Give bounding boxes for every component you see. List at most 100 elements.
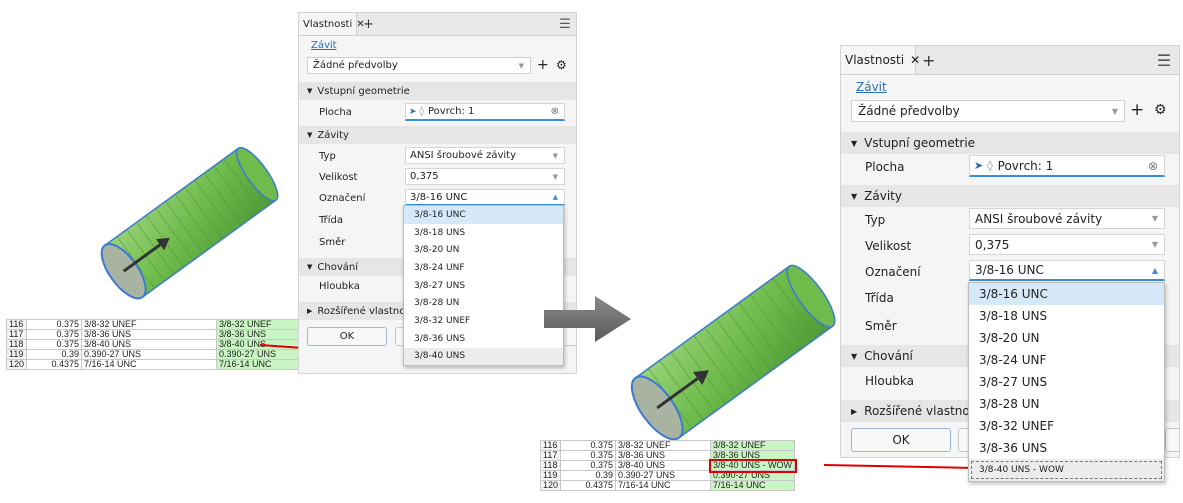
- surface-select-field[interactable]: ➤ ◊ Povrch: 1 ⊗: [969, 155, 1165, 177]
- designation-dropdown[interactable]: 3/8-16 UNC ▲: [405, 189, 565, 206]
- table-cell-name: 0.390-27 UNS: [615, 470, 712, 481]
- table-cell-id: 116: [5, 319, 28, 330]
- designation-option[interactable]: 3/8-16 UNC: [404, 206, 563, 224]
- gear-icon[interactable]: ⚙: [1154, 102, 1167, 118]
- add-preset-icon[interactable]: +: [1130, 100, 1144, 120]
- designation-value: 3/8-16 UNC: [975, 263, 1044, 277]
- table-cell-name: 3/8-40 UNS: [615, 460, 712, 471]
- size-label: Velikost: [319, 172, 358, 183]
- designation-dropdown[interactable]: 3/8-16 UNC ▲: [969, 260, 1165, 281]
- section-title: Chování: [317, 261, 358, 273]
- section-input-geometry[interactable]: ▼ Vstupní geometrie: [841, 132, 1179, 154]
- gear-icon[interactable]: ⚙: [556, 58, 567, 72]
- table-cell-id: 120: [539, 480, 562, 491]
- add-tab-icon[interactable]: +: [922, 46, 935, 74]
- type-value: ANSI šroubové závity: [410, 150, 516, 161]
- add-tab-icon[interactable]: +: [363, 13, 374, 35]
- surface-value: Povrch: 1: [997, 158, 1054, 173]
- table-cell-label: 3/8-36 UNS: [710, 450, 796, 461]
- size-dropdown[interactable]: 0,375 ▼: [405, 168, 565, 185]
- tab-properties[interactable]: Vlastnosti ✕: [841, 46, 920, 74]
- chevron-up-icon: ▲: [1151, 265, 1158, 275]
- section-title: Rozšířené vlastnosti: [864, 404, 985, 418]
- designation-option[interactable]: 3/8-20 UN: [404, 241, 563, 259]
- designation-value: 3/8-16 UNC: [410, 191, 468, 203]
- table-cell-val: 0.375: [560, 440, 617, 451]
- table-row: 118 0.375 3/8-40 UNS 3/8-40 UNS - WOW: [539, 458, 797, 473]
- designation-option[interactable]: 3/8-20 UN: [969, 327, 1164, 349]
- type-value: ANSI šroubové závity: [975, 211, 1103, 226]
- size-dropdown[interactable]: 0,375 ▼: [969, 234, 1165, 255]
- type-dropdown[interactable]: ANSI šroubové závity ▼: [969, 208, 1165, 229]
- tab-properties[interactable]: Vlastnosti ✕: [299, 13, 365, 35]
- face-select-icon: ◊: [419, 106, 424, 117]
- section-title: Vstupní geometrie: [864, 136, 976, 150]
- collapse-icon: ▼: [851, 191, 858, 201]
- table-cell-name: 3/8-32 UNEF: [81, 319, 218, 330]
- table-cell-val: 0.375: [26, 329, 83, 340]
- section-threads[interactable]: ▼ Závity: [841, 185, 1179, 207]
- type-dropdown[interactable]: ANSI šroubové závity ▼: [405, 147, 565, 164]
- table-cell-id: 119: [539, 470, 562, 481]
- table-row: 116 0.375 3/8-32 UNEF 3/8-32 UNEF: [5, 319, 301, 330]
- apply-button[interactable]: [1165, 428, 1179, 452]
- chevron-down-icon: ▼: [1111, 106, 1118, 116]
- hamburger-menu-icon[interactable]: ☰: [1149, 46, 1179, 74]
- chevron-down-icon: ▼: [518, 61, 524, 70]
- table-row: 117 0.375 3/8-36 UNS 3/8-36 UNS: [5, 329, 301, 340]
- clear-icon[interactable]: ⊗: [551, 106, 559, 117]
- table-cell-label: 3/8-32 UNEF: [216, 319, 301, 330]
- section-input-geometry[interactable]: ▼ Vstupní geometrie: [299, 82, 576, 100]
- table-cell-id: 117: [5, 329, 28, 340]
- designation-label: Označení: [865, 265, 921, 279]
- pointer-icon: ➤: [409, 106, 417, 117]
- ok-label: OK: [892, 433, 910, 447]
- table-cell-id: 120: [5, 359, 28, 370]
- table-cell-id: 116: [539, 440, 562, 451]
- thread-link[interactable]: Závit: [856, 80, 887, 94]
- designation-option[interactable]: 3/8-36 UNS: [969, 437, 1164, 459]
- tab-title: Vlastnosti: [845, 53, 905, 67]
- class-label: Třída: [319, 215, 344, 226]
- surface-value: Povrch: 1: [428, 106, 475, 117]
- table-cell-name: 3/8-36 UNS: [615, 450, 712, 461]
- table-row: 120 0.4375 7/16-14 UNC 7/16-14 UNC: [5, 359, 301, 370]
- direction-label: Směr: [319, 237, 346, 248]
- chevron-down-icon: ▼: [552, 151, 558, 160]
- designation-option[interactable]: 3/8-27 UNS: [969, 371, 1164, 393]
- designation-option[interactable]: 3/8-24 UNF: [404, 259, 563, 277]
- ok-button[interactable]: OK: [307, 327, 387, 346]
- add-preset-icon[interactable]: +: [537, 57, 549, 73]
- designation-option[interactable]: 3/8-40 UNS - WOW: [969, 459, 1164, 481]
- close-icon[interactable]: ✕: [910, 53, 920, 67]
- table-cell-id: 118: [5, 339, 28, 350]
- designation-option[interactable]: 3/8-18 UNS: [969, 305, 1164, 327]
- table-row: 119 0.39 0.390-27 UNS 0.390-27 UNS: [539, 470, 796, 481]
- section-title: Chování: [864, 349, 913, 363]
- designation-option[interactable]: 3/8-16 UNC: [969, 283, 1164, 305]
- preset-dropdown[interactable]: Žádné předvolby ▼: [851, 100, 1125, 122]
- designation-option[interactable]: 3/8-40 UNS: [404, 347, 563, 366]
- section-threads[interactable]: ▼ Závity: [299, 126, 576, 144]
- surface-label: Plocha: [319, 107, 352, 118]
- table-cell-name: 0.390-27 UNS: [81, 349, 218, 360]
- table-cell-val: 0.375: [560, 450, 617, 461]
- clear-icon[interactable]: ⊗: [1148, 159, 1158, 173]
- surface-select-field[interactable]: ➤ ◊ Povrch: 1 ⊗: [405, 103, 565, 121]
- designation-option[interactable]: 3/8-18 UNS: [404, 224, 563, 242]
- thread-link[interactable]: Závit: [311, 40, 337, 51]
- designation-option[interactable]: 3/8-32 UNEF: [969, 415, 1164, 437]
- ok-button[interactable]: OK: [851, 428, 951, 452]
- table-cell-val: 0.375: [26, 339, 83, 350]
- tab-title: Vlastnosti: [303, 18, 353, 30]
- table-row: 118 0.375 3/8-40 UNS 3/8-40 UNS: [5, 339, 301, 350]
- preset-dropdown[interactable]: Žádné předvolby ▼: [307, 57, 531, 74]
- table-cell-id: 117: [539, 450, 562, 461]
- section-title: Závity: [864, 189, 902, 203]
- table-cell-name: 7/16-14 UNC: [81, 359, 218, 370]
- type-label: Typ: [865, 213, 886, 227]
- hamburger-menu-icon[interactable]: ☰: [554, 13, 576, 35]
- designation-option[interactable]: 3/8-24 UNF: [969, 349, 1164, 371]
- designation-option[interactable]: 3/8-28 UN: [969, 393, 1164, 415]
- direction-label: Směr: [865, 319, 897, 333]
